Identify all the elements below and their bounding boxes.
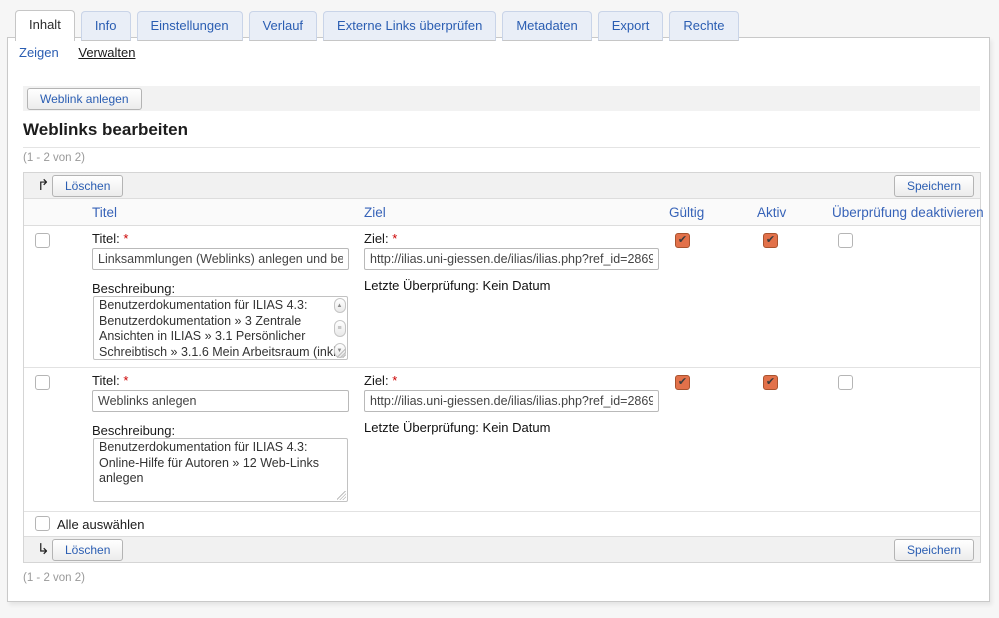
target-label: Ziel: * xyxy=(364,231,397,246)
textarea-resize-grip[interactable] xyxy=(337,491,346,500)
title-input[interactable] xyxy=(92,248,349,270)
apply-to-selected-down-icon: ↳ xyxy=(37,540,50,558)
disable-check-checkbox[interactable] xyxy=(838,375,853,390)
delete-button-top[interactable]: Löschen xyxy=(52,175,123,197)
description-label: Beschreibung: xyxy=(92,423,175,438)
tab-bar: Inhalt Info Einstellungen Verlauf Extern… xyxy=(15,10,739,41)
description-textarea[interactable]: Benutzerdokumentation für ILIAS 4.3: Onl… xyxy=(93,438,348,502)
target-input[interactable] xyxy=(364,390,659,412)
title-label-text: Titel: xyxy=(92,231,120,246)
weblinks-table: ↱ Löschen Speichern Titel Ziel Gültig Ak… xyxy=(23,172,981,563)
toolbar: Weblink anlegen xyxy=(23,86,980,111)
apply-to-selected-up-icon: ↱ xyxy=(37,176,50,194)
active-checkbox[interactable]: ✔ xyxy=(763,233,778,248)
active-checkbox[interactable]: ✔ xyxy=(763,375,778,390)
result-count-bottom: (1 - 2 von 2) xyxy=(23,572,85,584)
tab-export[interactable]: Export xyxy=(598,11,664,41)
target-input[interactable] xyxy=(364,248,659,270)
valid-checkbox[interactable]: ✔ xyxy=(675,375,690,390)
select-all-row: Alle auswählen xyxy=(24,512,980,536)
table-action-row-top: ↱ Löschen Speichern xyxy=(24,173,980,199)
scroll-up-icon[interactable]: ▲ xyxy=(334,298,346,313)
column-header-titel: Titel xyxy=(92,205,117,220)
target-label: Ziel: * xyxy=(364,373,397,388)
subtab-zeigen[interactable]: Zeigen xyxy=(19,45,59,60)
last-check-status: Letzte Überprüfung: Kein Datum xyxy=(364,420,550,435)
description-textarea[interactable]: Benutzerdokumentation für ILIAS 4.3: Ben… xyxy=(93,296,348,360)
description-label: Beschreibung: xyxy=(92,281,175,296)
target-label-text: Ziel: xyxy=(364,231,389,246)
title-label: Titel: * xyxy=(92,231,128,246)
required-marker: * xyxy=(392,373,397,388)
column-header-aktiv: Aktiv xyxy=(757,205,786,220)
title-input[interactable] xyxy=(92,390,349,412)
textarea-resize-grip[interactable] xyxy=(337,349,346,358)
required-marker: * xyxy=(392,231,397,246)
row-select-checkbox[interactable] xyxy=(35,375,50,390)
page-title: Weblinks bearbeiten xyxy=(23,120,188,140)
table-row: Titel: * Ziel: * Beschreibung: Benutzerd… xyxy=(24,368,980,512)
disable-check-checkbox[interactable] xyxy=(838,233,853,248)
scroll-thumb[interactable]: ≡ xyxy=(334,320,346,337)
tab-verlauf[interactable]: Verlauf xyxy=(249,11,317,41)
column-header-ziel: Ziel xyxy=(364,205,386,220)
subtab-verwalten[interactable]: Verwalten xyxy=(78,45,135,60)
tab-inhalt[interactable]: Inhalt xyxy=(15,10,75,41)
tab-info[interactable]: Info xyxy=(81,11,131,41)
table-action-row-bottom: ↳ Löschen Speichern xyxy=(24,536,980,562)
content-panel: Zeigen Verwalten Weblink anlegen Weblink… xyxy=(7,37,990,602)
create-weblink-button[interactable]: Weblink anlegen xyxy=(27,88,142,110)
result-count-top: (1 - 2 von 2) xyxy=(23,152,85,164)
delete-button-bottom[interactable]: Löschen xyxy=(52,539,123,561)
save-button-bottom[interactable]: Speichern xyxy=(894,539,974,561)
title-label-text: Titel: xyxy=(92,373,120,388)
column-header-gueltig: Gültig xyxy=(669,205,704,220)
tab-metadaten[interactable]: Metadaten xyxy=(502,11,591,41)
tab-einstellungen[interactable]: Einstellungen xyxy=(137,11,243,41)
valid-checkbox[interactable]: ✔ xyxy=(675,233,690,248)
title-label: Titel: * xyxy=(92,373,128,388)
row-select-checkbox[interactable] xyxy=(35,233,50,248)
target-label-text: Ziel: xyxy=(364,373,389,388)
tab-externe-links-ueberpruefen[interactable]: Externe Links überprüfen xyxy=(323,11,496,41)
select-all-label: Alle auswählen xyxy=(57,517,144,532)
table-row: Titel: * Ziel: * Beschreibung: Benutzerd… xyxy=(24,226,980,368)
subtab-bar: Zeigen Verwalten xyxy=(19,45,151,60)
tab-rechte[interactable]: Rechte xyxy=(669,11,738,41)
save-button-top[interactable]: Speichern xyxy=(894,175,974,197)
required-marker: * xyxy=(123,231,128,246)
column-header-ueberpruefung-deaktivieren: Überprüfung deaktivieren xyxy=(832,205,984,220)
select-all-checkbox[interactable] xyxy=(35,516,50,531)
table-header-row: Titel Ziel Gültig Aktiv Überprüfung deak… xyxy=(24,199,980,226)
required-marker: * xyxy=(123,373,128,388)
title-divider xyxy=(23,147,980,148)
last-check-status: Letzte Überprüfung: Kein Datum xyxy=(364,278,550,293)
